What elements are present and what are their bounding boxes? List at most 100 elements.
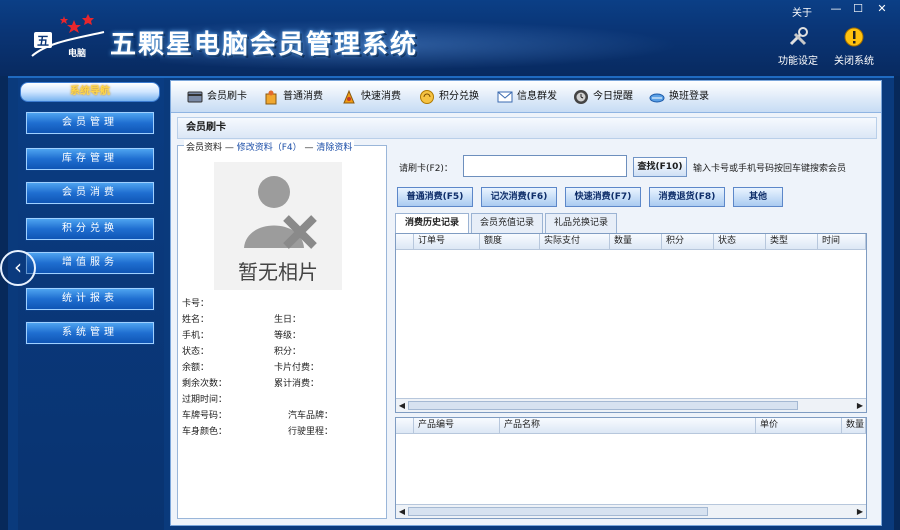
grid-header-time: 时间 xyxy=(818,234,866,250)
grid-header-indicator xyxy=(396,234,414,250)
field-card-no: 卡号： xyxy=(182,299,210,309)
edit-member-link[interactable]: 修改资料（F4） xyxy=(237,143,302,153)
close-button[interactable]: ✕ xyxy=(874,2,890,16)
toolbar-today-reminder-label: 今日提醒 xyxy=(593,91,633,102)
no-photo-icon xyxy=(244,176,317,249)
return-consume-button[interactable]: 消费退货(F8) xyxy=(649,187,725,207)
toolbar-mass-message-label: 信息群发 xyxy=(517,91,557,102)
nav-member-consumption[interactable]: 会员消费 xyxy=(26,182,154,204)
toolbar-shift-login-label: 换班登录 xyxy=(669,91,709,102)
nav-inventory-management[interactable]: 库存管理 xyxy=(26,148,154,170)
nav-header: 系统导航 xyxy=(20,82,160,102)
field-balance: 余额： xyxy=(182,363,210,373)
exit-tool[interactable]: 关闭系统 xyxy=(824,26,884,67)
collapse-sidebar-button[interactable]: ‹ xyxy=(0,250,36,286)
count-consume-button[interactable]: 记次消费(F6) xyxy=(481,187,557,207)
product-grid-scrollbar[interactable]: ◀ ▶ xyxy=(396,504,866,518)
member-legend: 会员资料 — 修改资料（F4） — 清除资料 xyxy=(184,140,355,153)
search-label: 请刷卡(F2)： xyxy=(399,164,453,174)
field-plate-number: 车牌号码： xyxy=(182,411,228,421)
bag-icon xyxy=(265,90,277,105)
exchange-icon xyxy=(420,90,434,104)
normal-consume-button[interactable]: 普通消费(F5) xyxy=(397,187,473,207)
main-panel: 会员刷卡 普通消费 快速消费 积分兑换 信息群发 今日提醒 换班登录 会员刷卡 xyxy=(170,80,882,526)
exit-tool-label: 关闭系统 xyxy=(834,56,874,67)
scroll-right-icon[interactable]: ▶ xyxy=(854,399,866,412)
search-hint: 输入卡号或手机号码按回车键搜索会员 xyxy=(693,164,847,174)
clock-icon xyxy=(574,90,588,104)
grid-header-order-no: 订单号 xyxy=(414,234,480,250)
consumption-grid: 订单号 额度 实际支付 数量 积分 状态 类型 时间 ◀ ▶ xyxy=(395,233,867,413)
grid2-header-unit-price: 单价 xyxy=(756,418,842,434)
field-card-fee: 卡片付费： xyxy=(274,363,320,373)
grid-header-quantity: 数量 xyxy=(610,234,662,250)
toolbar: 会员刷卡 普通消费 快速消费 积分兑换 信息群发 今日提醒 换班登录 xyxy=(171,81,881,113)
toolbar-member-card-label: 会员刷卡 xyxy=(207,91,247,102)
field-mileage: 行驶里程： xyxy=(288,427,334,437)
scroll-left-icon[interactable]: ◀ xyxy=(396,399,408,412)
card-icon xyxy=(187,91,203,103)
message-icon xyxy=(497,91,513,103)
nav-system-management[interactable]: 系统管理 xyxy=(26,322,154,344)
field-remaining-times: 剩余次数： xyxy=(182,379,228,389)
toolbar-member-card[interactable]: 会员刷卡 xyxy=(187,88,247,106)
toolbar-mass-message[interactable]: 信息群发 xyxy=(497,88,557,106)
toolbar-fast-consume[interactable]: 快速消费 xyxy=(341,88,401,106)
toolbar-shift-login[interactable]: 换班登录 xyxy=(649,88,709,106)
svg-text:电脑: 电脑 xyxy=(68,47,86,59)
toolbar-points-exchange[interactable]: 积分兑换 xyxy=(419,88,479,106)
grid-header-actual-pay: 实际支付 xyxy=(540,234,610,250)
scroll2-left-icon[interactable]: ◀ xyxy=(396,505,408,518)
grid-header-status: 状态 xyxy=(714,234,766,250)
other-button[interactable]: 其他 xyxy=(733,187,783,207)
warning-icon xyxy=(844,27,864,47)
record-tabs: 消费历史记录 会员充值记录 礼品兑换记录 xyxy=(395,213,875,234)
field-name: 姓名： xyxy=(182,315,210,325)
svg-text:五: 五 xyxy=(37,34,49,48)
field-expire-time: 过期时间： xyxy=(182,395,228,405)
scroll2-thumb[interactable] xyxy=(408,507,708,516)
field-points: 积分： xyxy=(274,347,302,357)
clear-member-link[interactable]: 清除资料 xyxy=(316,143,352,153)
chevron-left-icon: ‹ xyxy=(14,255,22,279)
toolbar-normal-consume-label: 普通消费 xyxy=(283,91,323,102)
app-logo: 五 电脑 xyxy=(31,14,105,59)
nav-value-added-services[interactable]: 增值服务 xyxy=(26,252,154,274)
field-level: 等级： xyxy=(274,331,302,341)
nav-statistics-reports[interactable]: 统计报表 xyxy=(26,288,154,310)
tab-gift-exchange[interactable]: 礼品兑换记录 xyxy=(545,213,617,233)
scroll2-right-icon[interactable]: ▶ xyxy=(854,505,866,518)
product-grid: 产品编号 产品名称 单价 数量 ◀ ▶ xyxy=(395,417,867,519)
search-button[interactable]: 查找(F10) xyxy=(633,157,687,177)
nav-points-exchange[interactable]: 积分兑换 xyxy=(26,218,154,240)
maximize-button[interactable]: ☐ xyxy=(850,2,866,16)
grid2-header-quantity: 数量 xyxy=(842,418,866,434)
card-search-input[interactable] xyxy=(463,155,627,177)
toolbar-normal-consume[interactable]: 普通消费 xyxy=(263,88,323,106)
toolbar-today-reminder[interactable]: 今日提醒 xyxy=(573,88,633,106)
section-title: 会员刷卡 xyxy=(177,117,877,139)
consumption-grid-scrollbar[interactable]: ◀ ▶ xyxy=(396,398,866,412)
login-icon xyxy=(649,93,665,103)
field-car-brand: 汽车品牌： xyxy=(288,411,334,421)
about-link[interactable]: 关于 xyxy=(792,4,812,19)
left-navigation: 系统导航 会员管理 库存管理 会员消费 积分兑换 增值服务 统计报表 系统管理 xyxy=(18,78,164,530)
app-title: 五颗星电脑会员管理系统 xyxy=(110,30,419,60)
member-photo: 暂无相片 xyxy=(214,162,342,290)
settings-tool[interactable]: 功能设定 xyxy=(768,26,828,67)
member-legend-title: 会员资料 xyxy=(186,143,223,153)
field-status: 状态： xyxy=(182,347,210,357)
fast-consume-button[interactable]: 快速消费(F7) xyxy=(565,187,641,207)
grid2-header-product-code: 产品编号 xyxy=(414,418,500,434)
field-car-color: 车身颜色： xyxy=(182,427,228,437)
tab-recharge-records[interactable]: 会员充值记录 xyxy=(471,213,543,233)
grid-header-points: 积分 xyxy=(662,234,714,250)
photo-placeholder-text: 暂无相片 xyxy=(238,260,318,284)
grid-header-amount: 额度 xyxy=(480,234,540,250)
tab-consumption-history[interactable]: 消费历史记录 xyxy=(395,213,469,234)
scroll-thumb[interactable] xyxy=(408,401,798,410)
nav-member-management[interactable]: 会员管理 xyxy=(26,112,154,134)
minimize-button[interactable]: — xyxy=(828,2,844,16)
toolbar-fast-consume-label: 快速消费 xyxy=(361,91,401,102)
field-birthday: 生日： xyxy=(274,315,302,325)
